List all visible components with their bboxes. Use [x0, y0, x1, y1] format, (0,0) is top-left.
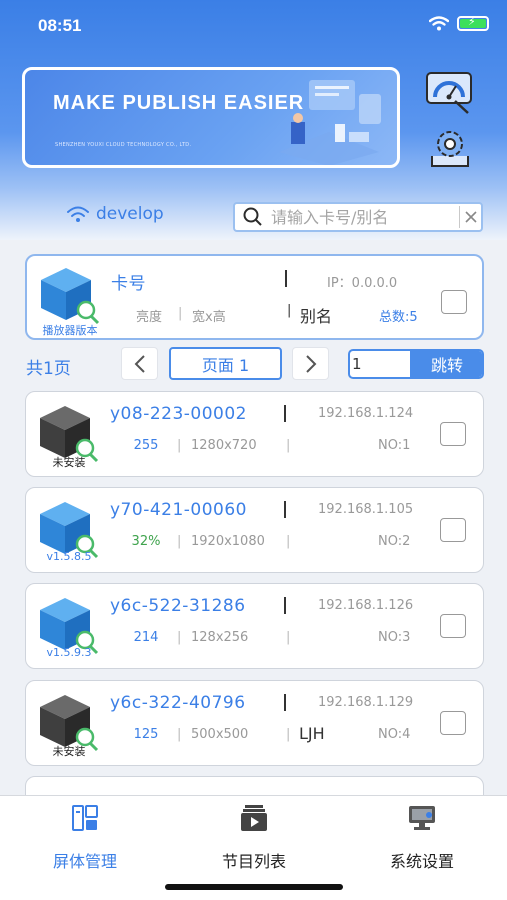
- device-resolution: 1920x1080: [191, 534, 265, 549]
- device-card[interactable]: v1.5.8.5 y70-421-00060 192.168.1.105 32% | 19…: [25, 487, 484, 573]
- tab-screen-management[interactable]: 屏体管理: [20, 804, 150, 872]
- device-brightness: 255: [133, 438, 159, 453]
- tab-label: 系统设置: [389, 852, 454, 871]
- wifi-icon: [67, 206, 89, 222]
- prev-page-button[interactable]: [121, 347, 158, 380]
- device-id: y70-421-00060: [110, 500, 247, 520]
- search-input[interactable]: [267, 207, 459, 227]
- divider: |: [286, 630, 291, 645]
- divider: |: [287, 303, 292, 318]
- wifi-icon: [429, 16, 449, 31]
- tab-system-settings[interactable]: 系统设置: [357, 804, 487, 872]
- device-ip: 192.168.1.124: [318, 406, 414, 421]
- alias-header: 别名: [300, 307, 333, 326]
- player-version: 未安装: [52, 745, 86, 758]
- tab-label: 节目列表: [221, 852, 286, 871]
- close-icon: [464, 211, 477, 223]
- chevron-left-icon: [134, 354, 145, 373]
- device-number: NO:1: [378, 438, 411, 453]
- device-select-checkbox[interactable]: [440, 518, 466, 542]
- device-resolution: 500x500: [191, 727, 249, 742]
- divider: |: [286, 727, 291, 742]
- program-list-icon: [241, 805, 267, 831]
- device-number: NO:4: [378, 727, 411, 742]
- home-indicator: [165, 884, 343, 890]
- divider: |: [177, 438, 182, 453]
- system-settings-icon: [409, 806, 435, 830]
- battery-icon: ⚡: [457, 15, 489, 31]
- tab-label: 屏体管理: [52, 852, 117, 871]
- select-all-checkbox[interactable]: [441, 290, 467, 314]
- device-card[interactable]: 未安装 y08-223-00002 192.168.1.124 255 | 1280x72…: [25, 391, 484, 477]
- promo-banner[interactable]: MAKE PUBLISH EASIER SHENZHEN YOUXI CLOUD…: [22, 67, 400, 168]
- divider: |: [178, 306, 183, 321]
- clear-search-button[interactable]: [459, 206, 481, 228]
- banner-title: MAKE PUBLISH EASIER: [53, 92, 305, 114]
- resolution-header: 宽x高: [192, 310, 226, 325]
- total-count: 总数:5: [379, 310, 418, 325]
- device-card[interactable]: v1.5.9.3 y6c-522-31286 192.168.1.126 214 | 12…: [25, 583, 484, 669]
- column-header-card: 播放器版本 卡号 IP：0.0.0.0 亮度 | 宽x高 | 别名 总数:5: [25, 254, 484, 340]
- divider: [285, 270, 287, 287]
- divider: |: [177, 630, 182, 645]
- divider: [284, 694, 286, 711]
- device-number: NO:3: [378, 630, 411, 645]
- search-icon: [243, 207, 262, 226]
- device-ip: 192.168.1.126: [318, 598, 414, 613]
- divider: [284, 597, 286, 614]
- divider: [284, 405, 286, 422]
- network-ssid: develop: [96, 204, 164, 224]
- device-card[interactable]: 未安装 y6c-322-40796 192.168.1.129 125 | 500x500…: [25, 680, 484, 766]
- divider: |: [177, 534, 182, 549]
- player-version-header: 播放器版本: [42, 324, 98, 337]
- current-page: 页面 1: [169, 347, 282, 380]
- device-select-checkbox[interactable]: [440, 614, 466, 638]
- search-box[interactable]: [233, 202, 483, 232]
- device-ip: 192.168.1.129: [318, 695, 414, 710]
- next-page-button[interactable]: [292, 347, 329, 380]
- divider: |: [286, 438, 291, 453]
- divider: |: [286, 534, 291, 549]
- status-bar: 08:51 ⚡: [0, 0, 507, 50]
- ip-header: IP：0.0.0.0: [327, 276, 398, 291]
- jump-control: 跳转: [348, 349, 484, 379]
- settings-gear-icon[interactable]: [424, 126, 476, 170]
- device-brightness: 214: [133, 630, 159, 645]
- brightness-header: 亮度: [135, 310, 162, 325]
- device-resolution: 1280x720: [191, 438, 257, 453]
- status-icons: ⚡: [429, 15, 489, 31]
- jump-page-input[interactable]: [352, 354, 408, 374]
- device-select-checkbox[interactable]: [440, 422, 466, 446]
- device-number: NO:2: [378, 534, 411, 549]
- device-brightness: 125: [133, 727, 159, 742]
- device-select-checkbox[interactable]: [440, 711, 466, 735]
- device-id: y08-223-00002: [110, 404, 247, 424]
- banner-illustration: [279, 80, 381, 165]
- screen-manage-icon: [72, 805, 98, 831]
- network-label: develop: [66, 204, 164, 224]
- device-brightness: 32%: [131, 534, 161, 549]
- speed-test-icon[interactable]: [424, 71, 476, 115]
- device-ip: 192.168.1.105: [318, 502, 414, 517]
- device-alias: LJH: [299, 724, 325, 743]
- player-version: v1.5.9.3: [46, 646, 92, 659]
- player-version: 未安装: [52, 456, 86, 469]
- status-time: 08:51: [38, 16, 82, 35]
- tab-program-list[interactable]: 节目列表: [189, 804, 319, 872]
- player-version: v1.5.8.5: [46, 550, 92, 563]
- player-cube-icon: [41, 268, 100, 325]
- total-pages: 共1页: [26, 359, 71, 379]
- divider: [284, 501, 286, 518]
- device-id: y6c-322-40796: [110, 693, 246, 713]
- chevron-right-icon: [305, 354, 316, 373]
- jump-button[interactable]: 跳转: [410, 351, 482, 377]
- banner-subtitle: SHENZHEN YOUXI CLOUD TECHNOLOGY CO., LTD…: [55, 142, 192, 148]
- card-no-header: 卡号: [111, 274, 146, 294]
- divider: |: [177, 727, 182, 742]
- device-id: y6c-522-31286: [110, 596, 246, 616]
- device-resolution: 128x256: [191, 630, 249, 645]
